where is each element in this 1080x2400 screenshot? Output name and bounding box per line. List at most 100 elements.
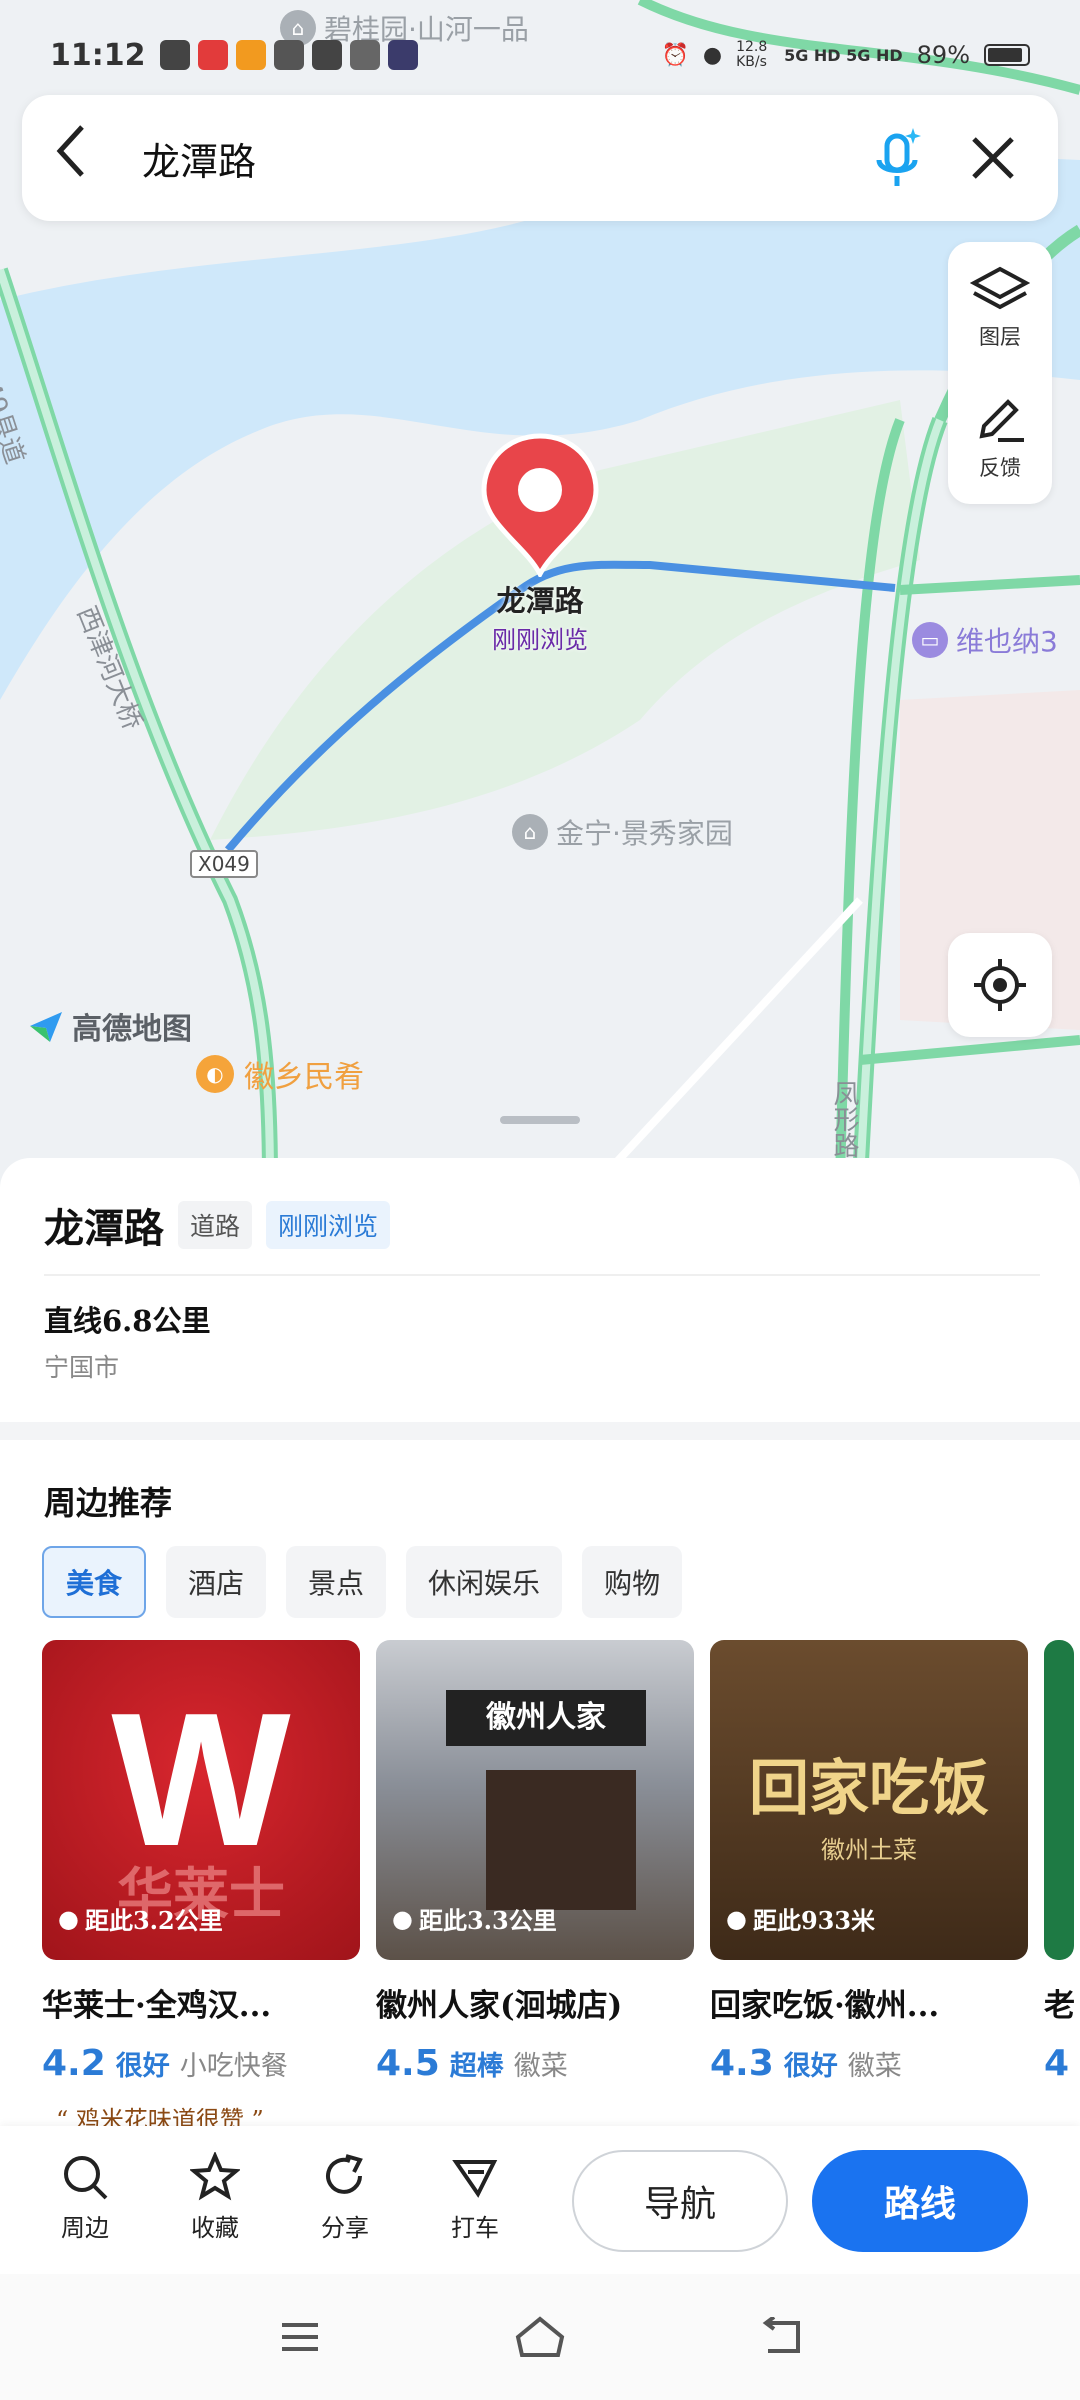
- status-time: 11:12: [50, 37, 146, 73]
- search-query[interactable]: 龙潭路: [142, 131, 256, 186]
- app-notif-icon: [159, 40, 190, 70]
- layers-icon: [970, 266, 1030, 309]
- speed-text: 12.8 KB/s: [736, 39, 768, 70]
- status-bar: 11:12 ⏰ ● 12.8 KB/s 5G HD 5G HD 89%: [0, 0, 1080, 110]
- taxi-label: 打车: [451, 2214, 499, 2242]
- app-notif-icon: [349, 40, 380, 70]
- card-distance: ● 距此3.3公里: [392, 1901, 557, 1936]
- tab-shopping[interactable]: 购物: [582, 1546, 683, 1618]
- share-button[interactable]: 分享: [300, 2152, 390, 2243]
- poi-hotel-label: 维也纳3: [956, 625, 1058, 658]
- route-button[interactable]: 路线: [812, 2150, 1028, 2252]
- card-title: 回家吃饭·徽州...: [710, 1988, 940, 2024]
- section-divider: [0, 1422, 1080, 1440]
- card-distance: ● 距此3.2公里: [58, 1901, 223, 1936]
- card-cuisine: 徽菜: [847, 2051, 902, 2082]
- app-notif-icon: [273, 40, 304, 70]
- crosshair-icon: [974, 959, 1026, 1011]
- amap-logo-text: 高德地图: [72, 1012, 192, 1047]
- road-code-label: X049: [190, 850, 258, 878]
- poi-card-image: W 华莱士 ● 距此3.2公里: [42, 1640, 360, 1960]
- place-header: 龙潭路 道路 刚刚浏览: [44, 1196, 391, 1254]
- pin-sub-label: 刚刚浏览: [492, 626, 588, 654]
- share-icon: [326, 2154, 363, 2194]
- place-city: 宁国市: [44, 1353, 120, 1382]
- pin-name-label: 龙潭路: [496, 584, 584, 618]
- menu-icon: [282, 2323, 318, 2351]
- edit-icon: [979, 398, 1024, 442]
- voice-button[interactable]: [862, 123, 932, 193]
- home-icon: [515, 2316, 565, 2357]
- poi-card[interactable]: 徽州人家 ● 距此3.3公里 徽州人家(洄城店) 4.5 超棒 徽菜: [376, 1640, 694, 2084]
- card-score: 4.2: [42, 2043, 106, 2084]
- menu-button[interactable]: [270, 2312, 330, 2362]
- mic-icon: [876, 128, 921, 186]
- navigate-button[interactable]: 导航: [572, 2150, 788, 2252]
- app-notif-icon: [311, 40, 342, 70]
- location-pin-icon[interactable]: [478, 432, 602, 577]
- tab-leisure[interactable]: 休闲娱乐: [406, 1546, 563, 1618]
- tab-scenic[interactable]: 景点: [286, 1546, 387, 1618]
- home-button[interactable]: [510, 2312, 570, 2362]
- recent-tag: 刚刚浏览: [266, 1201, 391, 1249]
- storefront: [486, 1770, 636, 1910]
- layers-label: 图层: [979, 324, 1021, 349]
- card-level: 超棒: [449, 2051, 504, 2082]
- card-image-subtext: 徽州土菜: [821, 1836, 917, 1864]
- residence-icon: ⌂: [512, 814, 548, 850]
- card-rating: 4.3 很好 徽菜: [710, 2043, 1028, 2084]
- system-navigation-bar: [0, 2274, 1080, 2400]
- card-level: 很好: [115, 2051, 170, 2082]
- back-button[interactable]: [52, 121, 122, 195]
- favorite-label: 收藏: [191, 2214, 239, 2242]
- search-bar[interactable]: 龙潭路: [22, 95, 1058, 221]
- card-title: 华莱士·全鸡汉...: [42, 1988, 272, 2024]
- poi-food-label: 徽乡民肴: [244, 1060, 364, 1095]
- hotel-icon: ▭: [912, 622, 948, 658]
- tab-food[interactable]: 美食: [42, 1546, 147, 1618]
- card-score: 4: [1044, 2043, 1070, 2084]
- share-label: 分享: [321, 2214, 369, 2242]
- card-score: 4.3: [710, 2043, 774, 2084]
- chevron-left-icon: [56, 125, 84, 177]
- taxi-icon: [452, 2160, 498, 2198]
- card-distance: ● 距此933米: [726, 1901, 875, 1936]
- location-pin-icon: ●: [392, 1904, 413, 1933]
- tab-hotel[interactable]: 酒店: [166, 1546, 267, 1618]
- nearby-button[interactable]: 周边: [40, 2152, 130, 2243]
- card-title: 老: [1044, 1988, 1074, 2024]
- card-rating: 4.5 超棒 徽菜: [376, 2043, 694, 2084]
- bottom-action-bar: 周边 收藏 分享 打车 导航 路线: [0, 2126, 1080, 2274]
- poi-card-image: [1044, 1640, 1074, 1960]
- poi-card[interactable]: W 华莱士 ● 距此3.2公里 华莱士·全鸡汉... 4.2 很好 小吃快餐 “ …: [42, 1640, 360, 2135]
- poi-card-image: 徽州人家 ● 距此3.3公里: [376, 1640, 694, 1960]
- sheet-drag-handle[interactable]: [500, 1116, 580, 1124]
- poi-mid[interactable]: ⌂ 金宁·景秀家园: [512, 812, 733, 852]
- location-pin-icon: ●: [726, 1904, 747, 1933]
- back-arrow-icon: [762, 2317, 800, 2353]
- road-label-fengxing: 凤形路: [829, 1080, 859, 1158]
- place-distance: 直线6.8公里: [44, 1304, 211, 1338]
- back-system-button[interactable]: [752, 2312, 812, 2362]
- layers-button[interactable]: 图层: [948, 242, 1052, 373]
- taxi-button[interactable]: 打车: [430, 2152, 520, 2243]
- app-notif-icon: [235, 40, 266, 70]
- card-cuisine: 小吃快餐: [179, 2051, 288, 2082]
- poi-card-image: 回家吃饭 徽州土菜 ● 距此933米: [710, 1640, 1028, 1960]
- card-image-text: 徽州人家: [446, 1690, 646, 1746]
- favorite-button[interactable]: 收藏: [170, 2152, 260, 2243]
- poi-card[interactable]: 回家吃饭 徽州土菜 ● 距此933米 回家吃饭·徽州... 4.3 很好 徽菜: [710, 1640, 1028, 2084]
- poi-hotel[interactable]: ▭ 维也纳3: [912, 620, 1058, 660]
- poi-food[interactable]: ◐ 徽乡民肴: [196, 1052, 364, 1096]
- feedback-button[interactable]: 反馈: [948, 373, 1052, 504]
- poi-mid-label: 金宁·景秀家园: [556, 817, 733, 850]
- close-button[interactable]: [958, 123, 1028, 193]
- map-tools-panel: 图层 反馈: [948, 242, 1052, 504]
- app-notif-icon: [387, 40, 418, 70]
- locate-me-button[interactable]: [948, 933, 1052, 1037]
- card-title: 徽州人家(洄城店): [376, 1988, 623, 2024]
- nearby-label: 周边: [61, 2214, 109, 2242]
- category-tabs: 美食 酒店 景点 休闲娱乐 购物: [42, 1546, 683, 1618]
- poi-card[interactable]: 老 4: [1044, 1640, 1074, 2084]
- close-icon: [972, 137, 1014, 179]
